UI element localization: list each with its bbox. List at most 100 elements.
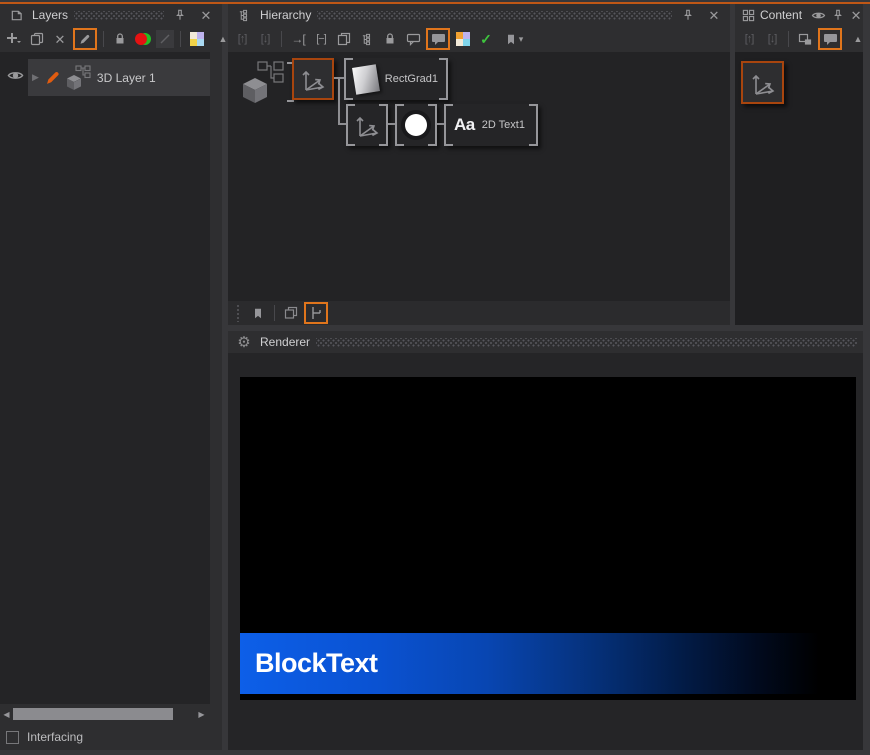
circle-material-icon	[405, 114, 427, 136]
export-icon[interactable]: [↑]	[232, 29, 252, 49]
pin-icon[interactable]	[170, 5, 190, 25]
comment-filled-button-selected[interactable]	[818, 28, 842, 50]
palette-swatch	[463, 39, 470, 46]
interfacing-checkbox[interactable]	[6, 731, 19, 744]
toolbar-separator	[788, 31, 789, 47]
palette-swatch	[190, 32, 197, 39]
close-icon[interactable]: ✕	[704, 5, 724, 25]
stack-copies-icon[interactable]	[334, 29, 354, 49]
horizontal-align-icon[interactable]: [−]	[311, 29, 331, 49]
dropdown-arrow: ▾	[519, 35, 524, 44]
layers-vertical-scrollbar[interactable]	[210, 52, 222, 704]
renderer-panel-title: Renderer	[260, 335, 310, 349]
state-red-circle	[135, 33, 147, 45]
rendered-gradient-bar: BlockText	[240, 633, 856, 694]
scroll-right-icon[interactable]: ▶	[195, 706, 208, 722]
lock-icon[interactable]	[110, 29, 130, 49]
expand-arrow-icon[interactable]: ▶	[32, 73, 39, 82]
layers-panel-icon	[6, 5, 26, 25]
edit-pencil-icon	[44, 69, 61, 86]
content-list	[735, 52, 863, 325]
eye-icon[interactable]	[810, 5, 827, 25]
toolbar-separator	[281, 31, 282, 47]
gear-icon[interactable]: ⚙	[234, 332, 254, 352]
hierarchy-graph-canvas[interactable]: RectGrad1 Aa 2D Text1	[228, 52, 730, 301]
rectgrad-node[interactable]: RectGrad1	[344, 58, 448, 100]
layers-panel-title: Layers	[32, 8, 68, 22]
toolbar-separator	[103, 31, 104, 47]
disabled-line-icon[interactable]	[156, 30, 174, 48]
import-icon[interactable]: [↓]	[762, 29, 782, 49]
renderer-titlebar-grip	[316, 338, 857, 347]
gradient-rect-icon	[352, 64, 380, 94]
layers-list: ▶ 3D Layer 1	[0, 52, 222, 704]
content-transform-item-selected[interactable]	[741, 61, 784, 104]
hierarchy-bottom-toolbar	[228, 301, 730, 325]
app-window: Layers ✕ ✕	[0, 0, 870, 755]
palette-swatch	[190, 39, 197, 46]
content-titlebar: Content ✕	[735, 4, 863, 26]
node-link	[388, 123, 395, 125]
content-panel-title: Content	[760, 8, 802, 22]
renderer-body: BlockText	[228, 353, 863, 750]
pin-icon[interactable]	[678, 5, 698, 25]
hierarchy-panel-title: Hierarchy	[260, 8, 311, 22]
node-name: 2D Text1	[482, 119, 525, 131]
render-viewport[interactable]: BlockText	[240, 377, 856, 700]
bookmark-icon[interactable]	[248, 303, 268, 323]
interfacing-label: Interfacing	[27, 730, 83, 744]
content-toolbar: [↑] [↓] ▲	[735, 26, 863, 52]
interfacing-bar: Interfacing	[0, 724, 222, 750]
close-icon[interactable]: ✕	[196, 5, 216, 25]
import-icon[interactable]: [↓]	[255, 29, 275, 49]
hierarchy-panel: Hierarchy ✕ [↑] [↓] →[ [−]	[228, 4, 730, 325]
comment-filled-button-selected[interactable]	[426, 28, 450, 50]
scroll-left-icon[interactable]: ◀	[0, 706, 13, 722]
edit-layer-button-selected[interactable]	[73, 28, 97, 50]
layers-panel: Layers ✕ ✕	[0, 4, 222, 750]
bookmark-dropdown-icon[interactable]: ▾	[499, 29, 529, 49]
collapse-toolbar-icon[interactable]: ▲	[848, 29, 868, 49]
text2d-node[interactable]: Aa 2D Text1	[444, 104, 538, 146]
root-3d-layer-node[interactable]	[242, 60, 288, 104]
export-icon[interactable]: [↑]	[739, 29, 759, 49]
toolbar-separator	[180, 31, 181, 47]
circle-node[interactable]	[395, 104, 437, 146]
tree-structure-icon[interactable]	[357, 29, 377, 49]
layer-row-3d-layer-1[interactable]: ▶ 3D Layer 1	[28, 59, 210, 96]
renderer-titlebar: ⚙ Renderer	[228, 331, 863, 353]
visibility-eye-icon[interactable]	[7, 69, 24, 82]
layers-horizontal-scrollbar[interactable]: ◀ ▶	[0, 706, 210, 722]
stack-copies-icon[interactable]	[281, 303, 301, 323]
transform-node-selected[interactable]	[292, 58, 334, 100]
text-node-aa-icon: Aa	[454, 115, 475, 135]
color-palette-icon[interactable]	[453, 29, 473, 49]
comment-outline-icon[interactable]	[403, 29, 423, 49]
layers-titlebar-grip	[74, 11, 164, 20]
renderer-panel: ⚙ Renderer BlockText	[228, 331, 863, 750]
hierarchy-panel-icon	[234, 5, 254, 25]
color-palette-icon[interactable]	[187, 29, 207, 49]
node-link	[437, 123, 444, 125]
palette-swatch	[456, 32, 463, 39]
transform-node[interactable]	[346, 104, 388, 146]
add-layer-button[interactable]	[4, 29, 24, 49]
content-panel-icon	[740, 5, 756, 25]
close-icon[interactable]: ✕	[849, 5, 863, 25]
duplicate-layer-icon[interactable]	[27, 29, 47, 49]
branch-view-button-selected[interactable]	[304, 302, 328, 324]
palette-swatch	[456, 39, 463, 46]
delete-layer-icon[interactable]: ✕	[50, 29, 70, 49]
pin-icon[interactable]	[831, 5, 845, 25]
content-panel: Content ✕ [↑] [↓] ▲	[735, 4, 863, 325]
onoff-state-icon[interactable]	[133, 29, 153, 49]
palette-swatch	[197, 32, 204, 39]
apply-check-icon[interactable]: ✓	[476, 29, 496, 49]
pip-frames-icon[interactable]	[795, 29, 815, 49]
move-into-icon[interactable]: →[	[288, 29, 308, 49]
layers-titlebar: Layers ✕	[0, 4, 222, 26]
3d-layer-type-icon	[66, 65, 92, 91]
palette-swatch	[463, 32, 470, 39]
scrollbar-thumb[interactable]	[13, 708, 173, 720]
lock-icon[interactable]	[380, 29, 400, 49]
